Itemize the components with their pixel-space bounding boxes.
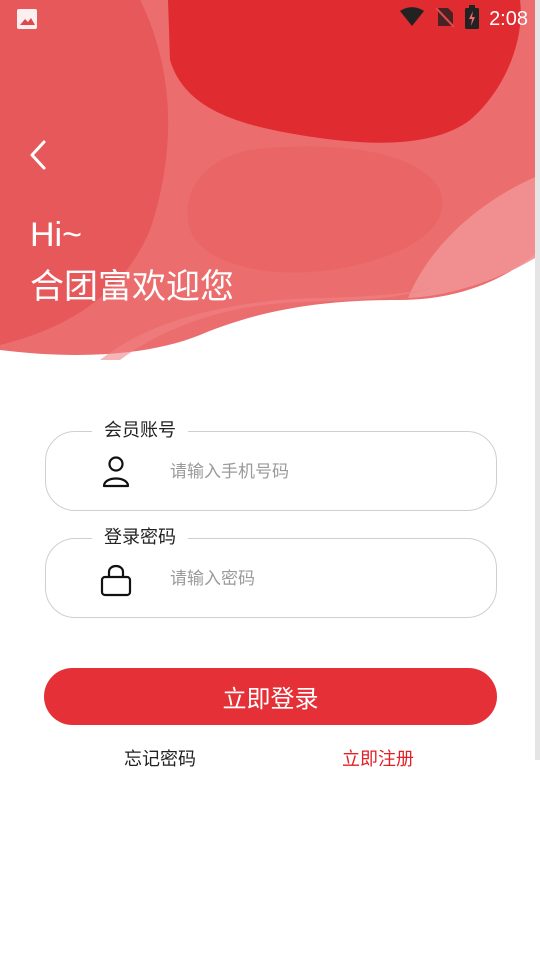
- status-time: 2:08: [489, 7, 528, 30]
- greeting-hi: Hi~: [30, 216, 82, 254]
- battery-charging-icon: [465, 5, 480, 33]
- welcome-title: 合团富欢迎您: [30, 267, 234, 307]
- forgot-password-link[interactable]: 忘记密码: [124, 746, 196, 774]
- back-chevron-left-icon[interactable]: [26, 138, 54, 172]
- password-label: 登录密码: [92, 525, 188, 551]
- hero-background: [0, 0, 540, 380]
- account-field: 会员账号: [45, 418, 497, 511]
- lock-icon: [100, 561, 132, 597]
- password-field: 登录密码: [45, 525, 497, 618]
- no-sim-icon: [435, 6, 455, 32]
- greeting-block: Hi~ 合团富欢迎您: [30, 214, 234, 310]
- wifi-icon: [399, 7, 425, 31]
- user-icon: [100, 454, 132, 490]
- password-input[interactable]: [170, 561, 470, 597]
- login-button[interactable]: 立即登录: [44, 668, 497, 725]
- scrollbar-track: [535, 0, 540, 760]
- image-icon: [16, 8, 38, 30]
- register-link[interactable]: 立即注册: [342, 746, 414, 774]
- status-bar: 2:08: [0, 0, 540, 38]
- account-label: 会员账号: [92, 418, 188, 444]
- account-input[interactable]: [170, 454, 470, 490]
